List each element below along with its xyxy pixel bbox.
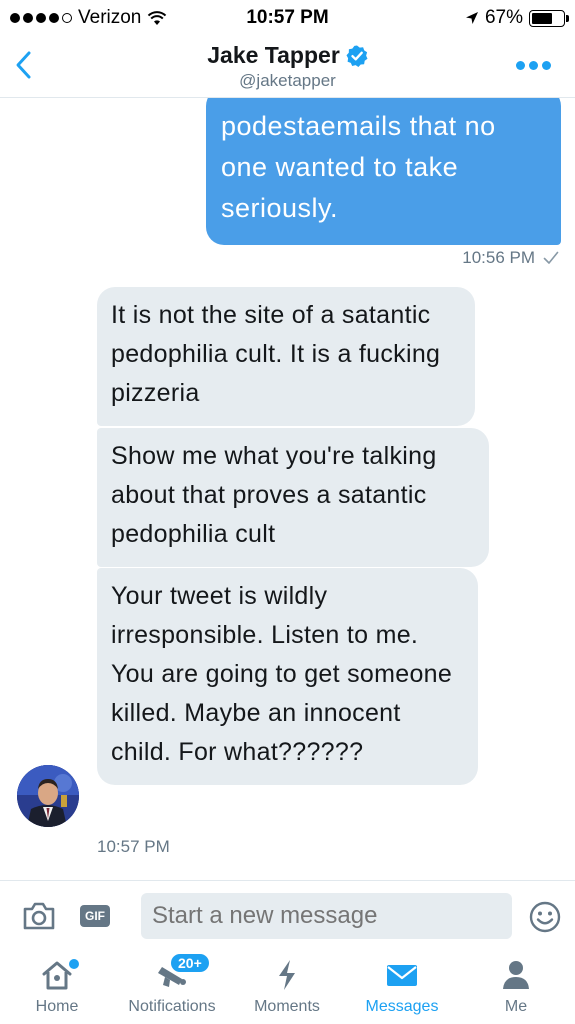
tab-home[interactable]: Home [12, 950, 102, 1024]
battery-icon [529, 9, 569, 27]
message-input[interactable] [141, 893, 512, 939]
avatar-image [17, 765, 79, 827]
more-options-icon[interactable] [516, 61, 551, 70]
tab-bar: Home 20+ Notifications Moments Messages … [0, 950, 575, 1024]
tab-label: Notifications [128, 998, 216, 1015]
message-thread: podestaemails that no one wanted to take… [0, 98, 575, 880]
emoji-icon[interactable] [529, 901, 561, 933]
message-composer: GIF [0, 880, 575, 950]
battery-percent: 67% [484, 7, 523, 28]
gif-icon[interactable]: GIF [80, 905, 110, 927]
verified-badge-icon [346, 45, 368, 67]
status-right: 67% [465, 7, 569, 29]
envelope-icon [387, 965, 417, 986]
outgoing-message-bubble[interactable]: podestaemails that no one wanted to take… [206, 98, 561, 245]
notifications-badge: 20+ [169, 952, 211, 974]
camera-icon[interactable] [22, 901, 56, 931]
tab-label: Messages [365, 998, 439, 1015]
tab-messages[interactable]: Messages [353, 950, 451, 1024]
person-icon [503, 961, 529, 989]
tab-label: Me [504, 998, 528, 1015]
contact-name: Jake Tapper [207, 42, 340, 68]
avatar[interactable] [17, 765, 79, 827]
contact-handle: @jaketapper [239, 71, 336, 90]
incoming-message-bubble[interactable]: It is not the site of a satantic pedophi… [97, 287, 475, 426]
incoming-message-bubble[interactable]: Show me what you're talking about that p… [97, 428, 489, 567]
tab-moments[interactable]: Moments [243, 950, 331, 1024]
tab-label: Home [35, 998, 79, 1015]
incoming-message-bubble[interactable]: Your tweet is wildly irresponsible. List… [97, 568, 478, 785]
home-notification-dot [69, 959, 79, 969]
location-arrow-icon [465, 12, 478, 24]
incoming-timestamp: 10:57 PM [97, 837, 170, 856]
lightning-icon [279, 960, 295, 990]
tab-label: Moments [254, 998, 320, 1015]
outgoing-time: 10:56 PM [462, 248, 535, 267]
sent-check-icon [543, 251, 559, 264]
tab-notifications[interactable]: 20+ Notifications [117, 950, 227, 1024]
conversation-title[interactable]: Jake Tapper @jaketapper [0, 42, 575, 91]
tab-me[interactable]: Me [478, 950, 554, 1024]
conversation-header: Jake Tapper @jaketapper [0, 36, 575, 98]
battery-fill [532, 12, 553, 24]
status-bar: Verizon 10:57 PM 67% [0, 0, 575, 36]
outgoing-timestamp: 10:56 PM [462, 248, 559, 268]
